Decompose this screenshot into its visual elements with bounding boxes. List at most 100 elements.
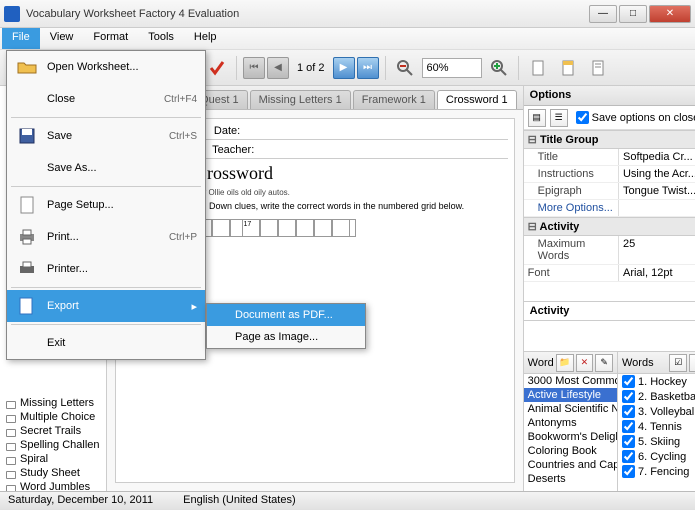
zoom-out-button[interactable]	[392, 55, 418, 81]
menu-view[interactable]: View	[40, 28, 84, 49]
edit-icon[interactable]: ✎	[595, 354, 613, 372]
page3-icon[interactable]	[585, 55, 611, 81]
word-item[interactable]: 2. Basketball	[618, 389, 695, 404]
activity-header: Activity	[524, 301, 695, 321]
tab-active[interactable]: Crossword 1	[437, 90, 517, 109]
first-page-button[interactable]: ⏮	[243, 57, 265, 79]
tree-item[interactable]: Multiple Choice	[2, 410, 104, 424]
export-icon	[15, 296, 39, 316]
property-grid: Title Group TitleSoftpedia Cr... Instruc…	[524, 130, 695, 301]
checkall-icon[interactable]: ☑	[669, 354, 687, 372]
page-nav: ⏮ ◀ 1 of 2 ▶ ⏭	[243, 57, 379, 79]
menu-open-worksheet[interactable]: Open Worksheet...	[7, 51, 205, 83]
prev-page-button[interactable]: ◀	[267, 57, 289, 79]
prop-value[interactable]: Arial, 12pt	[618, 265, 695, 281]
menu-printer[interactable]: Printer...	[7, 253, 205, 285]
tree-item[interactable]: Spelling Challen	[2, 438, 104, 452]
printer-icon	[15, 227, 39, 247]
options-panel: Options ▤ ☰ Save options on close Title …	[523, 86, 695, 491]
filter-icon[interactable]: ▽	[689, 354, 695, 372]
page-icon	[15, 195, 39, 215]
page1-icon[interactable]	[525, 55, 551, 81]
prop-group-title[interactable]: Title Group	[524, 130, 695, 149]
prop-value[interactable]: Softpedia Cr...	[618, 149, 695, 165]
menu-page-setup[interactable]: Page Setup...	[7, 189, 205, 221]
zoom-in-button[interactable]	[486, 55, 512, 81]
tree-item[interactable]: Missing Letters	[2, 396, 104, 410]
words-column: Words ☑ ▽ 1. Hockey 2. Basketball 3. Vol…	[618, 352, 695, 491]
folder-open-icon	[15, 57, 39, 77]
menu-export[interactable]: Export▸	[7, 290, 205, 322]
tree-item[interactable]: Study Sheet	[2, 466, 104, 480]
status-date: Saturday, December 10, 2011	[8, 494, 153, 508]
last-page-button[interactable]: ⏭	[357, 57, 379, 79]
menu-print[interactable]: Print...Ctrl+P	[7, 221, 205, 253]
prop-group-activity[interactable]: Activity	[524, 217, 695, 236]
options-view1-button[interactable]: ▤	[528, 109, 546, 127]
menu-close[interactable]: CloseCtrl+F4	[7, 83, 205, 115]
menu-save-as[interactable]: Save As...	[7, 152, 205, 184]
export-image[interactable]: Page as Image...	[207, 326, 365, 348]
tab[interactable]: Framework 1	[353, 90, 435, 109]
menu-file[interactable]: File	[2, 28, 40, 49]
prop-key: Font	[524, 265, 618, 281]
prop-key: Maximum Words	[524, 236, 618, 264]
menu-save[interactable]: SaveCtrl+S	[7, 120, 205, 152]
app-icon	[4, 6, 20, 22]
word-item[interactable]: 6. Cycling	[618, 449, 695, 464]
list-item[interactable]: Antonyms	[524, 416, 617, 430]
tab[interactable]: Missing Letters 1	[250, 90, 351, 109]
options-header: Options	[524, 86, 695, 106]
word-item[interactable]: 7. Fencing	[618, 464, 695, 479]
menu-help[interactable]: Help	[184, 28, 227, 49]
statusbar: Saturday, December 10, 2011 English (Uni…	[0, 491, 695, 510]
minimize-button[interactable]: —	[589, 5, 617, 23]
list-item[interactable]: Animal Scientific Na	[524, 402, 617, 416]
printer-settings-icon	[15, 259, 39, 279]
menu-format[interactable]: Format	[83, 28, 138, 49]
save-options-checkbox[interactable]: Save options on close	[572, 110, 695, 125]
tree-item[interactable]: Spiral	[2, 452, 104, 466]
list-item[interactable]: Countries and Capi	[524, 458, 617, 472]
menu-tools[interactable]: Tools	[138, 28, 184, 49]
word-item[interactable]: 3. Volleyball	[618, 404, 695, 419]
prop-key: Instructions	[524, 166, 618, 182]
delete-icon[interactable]: ✕	[576, 354, 594, 372]
date-label: Date:	[214, 125, 240, 137]
list-item[interactable]: Bookworm's Deligh	[524, 430, 617, 444]
folder-icon[interactable]: 📁	[556, 354, 574, 372]
options-view2-button[interactable]: ☰	[550, 109, 568, 127]
word-item[interactable]: 1. Hockey	[618, 374, 695, 389]
more-options-link[interactable]: More Options...	[524, 200, 618, 216]
list-item[interactable]: Coloring Book	[524, 444, 617, 458]
words-header: Words	[622, 357, 667, 369]
prop-key: Title	[524, 149, 618, 165]
tree-item[interactable]: Secret Trails	[2, 424, 104, 438]
prop-key: Epigraph	[524, 183, 618, 199]
status-language: English (United States)	[183, 494, 296, 508]
next-page-button[interactable]: ▶	[333, 57, 355, 79]
check-icon[interactable]	[204, 55, 230, 81]
prop-value[interactable]: Using the Acr...	[618, 166, 695, 182]
page-indicator: 1 of 2	[291, 62, 331, 74]
wordlist-header: Word	[528, 357, 554, 369]
save-icon	[15, 126, 39, 146]
word-item[interactable]: 5. Skiing	[618, 434, 695, 449]
prop-value[interactable]: 25	[618, 236, 695, 264]
titlebar: Vocabulary Worksheet Factory 4 Evaluatio…	[0, 0, 695, 28]
close-button[interactable]: ✕	[649, 5, 691, 23]
prop-value[interactable]: Tongue Twist...	[618, 183, 695, 199]
list-item[interactable]: 3000 Most Common	[524, 374, 617, 388]
export-pdf[interactable]: Document as PDF...	[207, 304, 365, 326]
file-menu: Open Worksheet... CloseCtrl+F4 SaveCtrl+…	[6, 50, 206, 360]
list-item[interactable]: Deserts	[524, 472, 617, 486]
zoom-input[interactable]	[422, 58, 482, 78]
maximize-button[interactable]: □	[619, 5, 647, 23]
word-item[interactable]: 4. Tennis	[618, 419, 695, 434]
window-title: Vocabulary Worksheet Factory 4 Evaluatio…	[26, 8, 589, 20]
list-item-selected[interactable]: Active Lifestyle	[524, 388, 617, 402]
tree-item[interactable]: Word Jumbles	[2, 480, 104, 491]
export-submenu: Document as PDF... Page as Image...	[206, 303, 366, 349]
menu-exit[interactable]: Exit	[7, 327, 205, 359]
page2-icon[interactable]	[555, 55, 581, 81]
